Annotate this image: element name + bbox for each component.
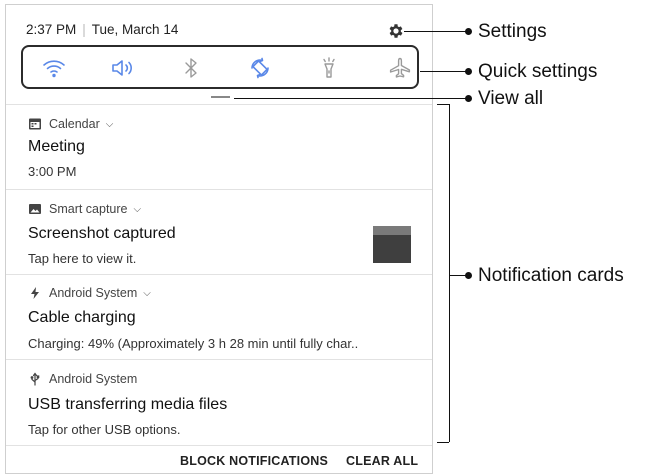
callout-line	[234, 98, 468, 99]
airplane-mode-icon[interactable]	[388, 56, 412, 80]
date-text: Tue, March 14	[91, 22, 179, 37]
chevron-down-icon[interactable]: ⌵	[106, 119, 114, 130]
callout-dot	[465, 28, 472, 35]
quick-settings-bar	[21, 45, 419, 89]
bluetooth-icon[interactable]	[179, 56, 203, 80]
notification-text: Tap for other USB options.	[28, 422, 181, 437]
notification-title: USB transferring media files	[28, 396, 228, 413]
callout-line	[420, 71, 468, 72]
notification-text: Tap here to view it.	[28, 251, 137, 266]
block-notifications-button[interactable]: BLOCK NOTIFICATIONS	[180, 454, 328, 468]
callout-line	[437, 442, 449, 443]
usb-icon	[30, 372, 40, 386]
image-icon	[29, 204, 41, 214]
notification-app: Android System ⌵	[28, 286, 151, 300]
sound-icon[interactable]	[110, 56, 134, 80]
date-time: 2:37 PM | Tue, March 14	[26, 22, 178, 37]
chevron-down-icon[interactable]: ⌵	[143, 288, 151, 299]
callout-dot	[465, 272, 472, 279]
callout-settings: Settings	[478, 21, 547, 42]
notification-card[interactable]: Calendar ⌵ Meeting 3:00 PM	[6, 104, 432, 189]
notification-text: Charging: 49% (Approximately 3 h 28 min …	[28, 336, 359, 351]
callout-bracket	[449, 104, 450, 442]
clear-all-button[interactable]: CLEAR ALL	[346, 454, 418, 468]
view-all-handle[interactable]	[211, 96, 230, 98]
notification-app: Android System	[28, 372, 137, 386]
bolt-icon	[31, 287, 39, 299]
callout-quick-settings: Quick settings	[478, 61, 598, 82]
callout-line	[404, 31, 468, 32]
callout-line	[437, 104, 449, 105]
callout-view-all: View all	[478, 88, 544, 109]
callout-dot	[465, 95, 472, 102]
notification-panel: 2:37 PM | Tue, March 14 Calendar ⌵ Meeti…	[5, 4, 433, 474]
notification-card[interactable]: Android System ⌵ Cable charging Charging…	[6, 274, 432, 359]
flashlight-icon[interactable]	[317, 56, 341, 80]
notification-title: Cable charging	[28, 309, 136, 326]
chevron-down-icon[interactable]: ⌵	[134, 204, 142, 215]
app-name: Android System	[49, 372, 138, 386]
callout-notification-cards: Notification cards	[478, 265, 624, 286]
calendar-icon	[29, 118, 41, 130]
auto-rotate-icon[interactable]	[248, 56, 272, 80]
app-name: Calendar	[49, 117, 100, 131]
notification-app: Calendar ⌵	[28, 117, 113, 131]
notification-card[interactable]: Smart capture ⌵ Screenshot captured Tap …	[6, 189, 432, 274]
app-name: Android System	[49, 286, 138, 300]
divider: |	[82, 22, 86, 37]
wifi-icon[interactable]	[42, 56, 66, 80]
time-text: 2:37 PM	[26, 22, 77, 37]
notification-card[interactable]: Android System USB transferring media fi…	[6, 359, 432, 445]
screenshot-thumbnail[interactable]	[373, 226, 411, 263]
callout-dot	[465, 68, 472, 75]
settings-gear-icon[interactable]	[387, 22, 405, 40]
notification-text: 3:00 PM	[28, 164, 77, 179]
notification-title: Meeting	[28, 138, 85, 155]
notification-title: Screenshot captured	[28, 225, 176, 242]
notification-app: Smart capture ⌵	[28, 202, 141, 216]
app-name: Smart capture	[49, 202, 128, 216]
